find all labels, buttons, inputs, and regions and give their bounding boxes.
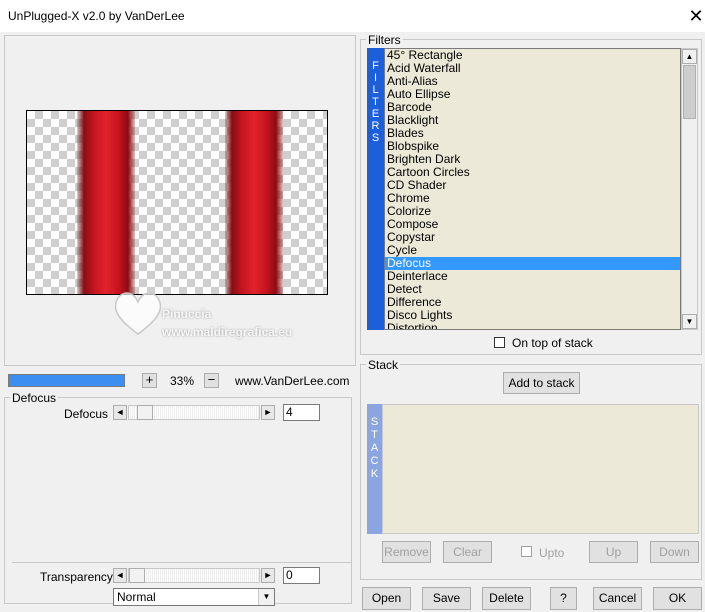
blend-mode-select[interactable]: Normal ▼	[113, 588, 275, 606]
filters-letter: R	[371, 120, 380, 132]
filter-item[interactable]: Deinterlace	[385, 270, 680, 283]
save-button[interactable]: Save	[422, 587, 471, 610]
stack-letter: S	[370, 416, 379, 428]
zoom-in-button[interactable]: +	[142, 373, 157, 388]
watermark-url: www.maldiregrafica.eu	[162, 325, 293, 339]
stack-letter: T	[371, 429, 378, 441]
close-icon[interactable]: ✕	[684, 4, 705, 28]
filters-group-label: Filters	[366, 33, 403, 47]
filter-item[interactable]: Copystar	[385, 231, 680, 244]
filters-letter: S	[371, 132, 380, 144]
add-to-stack-button[interactable]: Add to stack	[503, 372, 580, 394]
watermark-heart-icon	[114, 292, 162, 335]
help-button[interactable]: ?	[550, 587, 577, 610]
defocus-param-label: Defocus	[64, 407, 109, 421]
remove-button[interactable]: Remove	[382, 541, 431, 563]
stack-vertical-label: STACK	[367, 404, 382, 534]
watermark-name: Pinuccia	[162, 307, 212, 321]
defocus-left-arrow[interactable]: ◄	[113, 405, 127, 420]
transparency-slider-thumb[interactable]	[129, 568, 145, 583]
transparency-left-arrow[interactable]: ◄	[113, 568, 127, 583]
filters-letter: E	[371, 108, 380, 120]
scroll-thumb[interactable]	[683, 65, 696, 119]
defocus-slider-thumb[interactable]	[137, 405, 153, 420]
red-stripe	[77, 111, 135, 294]
down-button[interactable]: Down	[650, 541, 699, 563]
transparency-right-arrow[interactable]: ►	[261, 568, 275, 583]
upto-label: Upto	[539, 546, 565, 560]
transparency-slider-track[interactable]	[128, 568, 260, 583]
clear-button[interactable]: Clear	[443, 541, 492, 563]
progress-bar	[8, 374, 125, 387]
transparency-value-field[interactable]: 0	[283, 567, 320, 584]
upto-checkbox[interactable]	[521, 546, 532, 557]
zoom-level: 33%	[170, 374, 195, 388]
filters-letter: F	[372, 60, 379, 72]
open-button[interactable]: Open	[362, 587, 411, 610]
zoom-out-button[interactable]: −	[204, 373, 219, 388]
defocus-right-arrow[interactable]: ►	[261, 405, 275, 420]
filters-letter: I	[373, 72, 378, 84]
ok-button[interactable]: OK	[653, 587, 702, 610]
scroll-down-icon[interactable]: ▼	[682, 314, 697, 329]
divider	[12, 562, 352, 563]
filters-letter: L	[372, 84, 379, 96]
stack-group-label: Stack	[366, 358, 401, 372]
filters-vertical-label: FILTERS	[367, 48, 384, 330]
defocus-group-label: Defocus	[10, 391, 59, 405]
up-button[interactable]: Up	[589, 541, 638, 563]
filters-letter: T	[372, 96, 379, 108]
preview-image	[26, 110, 328, 295]
window-title: UnPlugged-X v2.0 by VanDerLee	[8, 9, 185, 23]
filters-list[interactable]: 45° Rectangle Acid Waterfall Anti-Alias Aut…	[384, 48, 681, 330]
defocus-value-field[interactable]: 4	[283, 404, 320, 421]
website-link[interactable]: www.VanDerLee.com	[235, 374, 350, 388]
stack-letter: K	[370, 468, 379, 480]
on-top-label: On top of stack	[512, 336, 593, 350]
cancel-button[interactable]: Cancel	[593, 587, 642, 610]
scroll-up-icon[interactable]: ▲	[682, 49, 697, 64]
delete-button[interactable]: Delete	[482, 587, 531, 610]
filters-scrollbar[interactable]: ▲ ▼	[681, 48, 698, 330]
chevron-down-icon[interactable]: ▼	[258, 589, 274, 605]
stack-letter: A	[370, 442, 379, 454]
on-top-checkbox[interactable]	[494, 337, 505, 348]
red-stripe	[225, 111, 283, 294]
filter-item[interactable]: Distortion	[385, 322, 680, 330]
filter-item[interactable]: Blacklight	[385, 114, 680, 127]
stack-letter: C	[370, 455, 379, 467]
stack-list[interactable]	[382, 404, 699, 534]
blend-mode-value: Normal	[117, 590, 156, 604]
transparency-label: Transparency	[40, 570, 113, 584]
